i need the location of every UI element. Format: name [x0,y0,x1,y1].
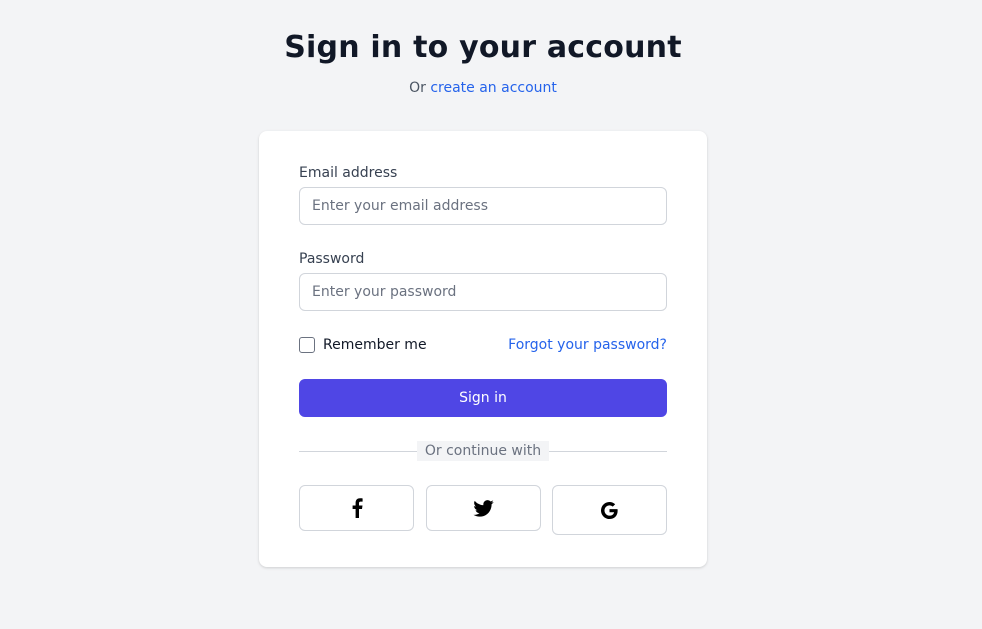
facebook-sign-in-button[interactable] [299,485,414,531]
twitter-sign-in-button[interactable] [426,485,541,531]
page-subtitle: Or create an account [0,80,966,96]
create-account-link[interactable]: create an account [430,80,557,96]
sign-in-page: Sign in to your account Or create an acc… [0,0,982,629]
forgot-password-link[interactable]: Forgot your password? [508,336,667,354]
google-sign-in-button[interactable] [552,485,667,535]
remember-me: Remember me [299,336,427,354]
remember-me-label: Remember me [323,337,427,353]
email-label: Email address [299,165,398,181]
subtitle-prefix: Or [409,80,431,96]
page-title: Sign in to your account [284,30,682,65]
sign-in-card: Email address Password Remember me Forgo… [259,131,707,567]
twitter-icon [473,499,494,517]
facebook-icon [351,498,363,518]
sign-in-button[interactable]: Sign in [299,379,667,417]
divider-text: Or continue with [417,441,549,461]
remember-me-checkbox[interactable] [299,337,315,353]
email-field[interactable] [299,187,667,225]
password-label: Password [299,251,365,267]
google-icon [601,501,618,519]
password-field[interactable] [299,273,667,311]
